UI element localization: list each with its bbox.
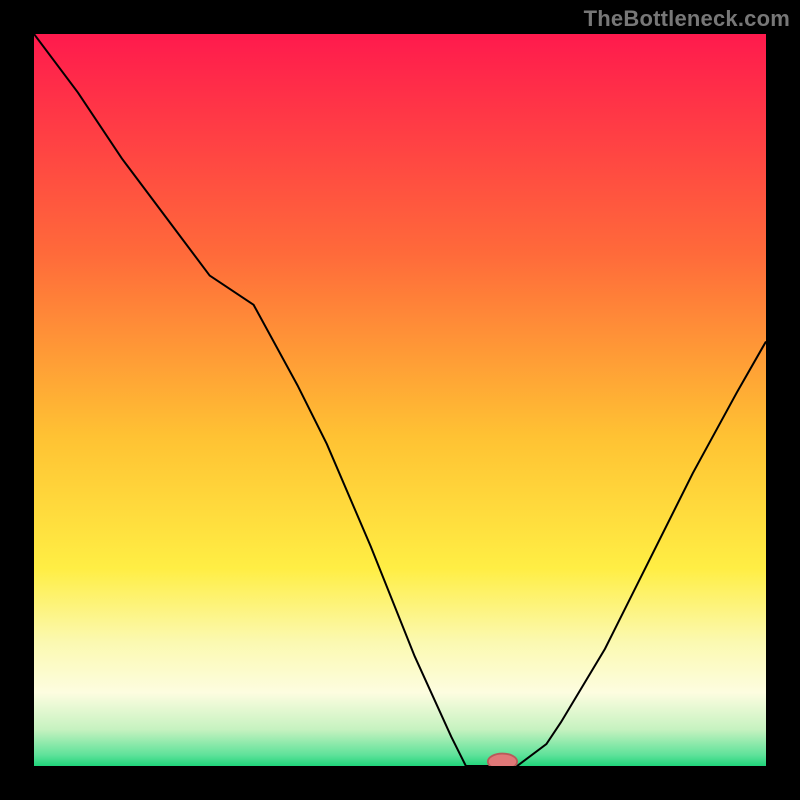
plot-area — [34, 34, 766, 766]
bottleneck-chart — [34, 34, 766, 766]
watermark-text: TheBottleneck.com — [584, 6, 790, 32]
optimal-point-marker — [488, 754, 517, 766]
chart-frame: TheBottleneck.com — [0, 0, 800, 800]
gradient-background — [34, 34, 766, 766]
